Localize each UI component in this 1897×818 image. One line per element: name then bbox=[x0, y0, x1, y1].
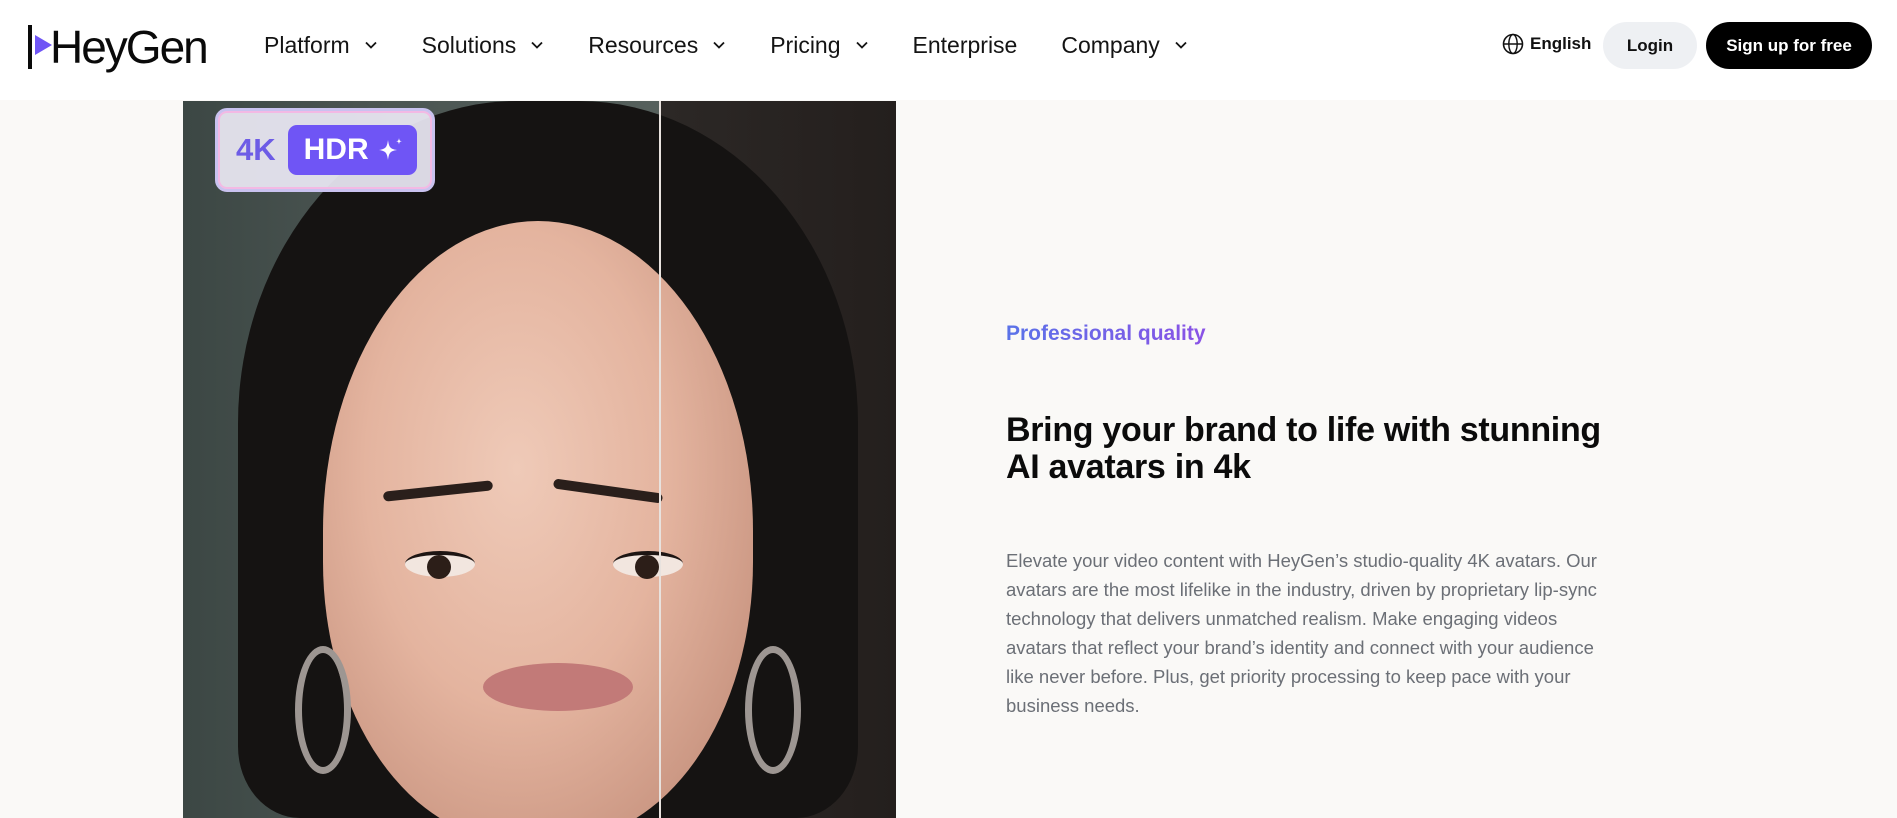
nav-item-company[interactable]: Company bbox=[1061, 32, 1187, 59]
section-eyebrow: Professional quality bbox=[1006, 322, 1206, 345]
nav-item-resources[interactable]: Resources bbox=[588, 32, 726, 59]
chevron-down-icon bbox=[713, 41, 725, 49]
logo-text: HeyGen bbox=[50, 21, 209, 73]
language-label: English bbox=[1530, 34, 1592, 53]
quality-badge: 4K HDR bbox=[215, 108, 435, 192]
nav-item-label: Resources bbox=[588, 31, 699, 58]
badge-4k-label: 4K bbox=[236, 132, 276, 167]
nav-item-enterprise[interactable]: Enterprise bbox=[913, 32, 1018, 59]
globe-icon bbox=[1502, 33, 1524, 55]
avatar-face bbox=[323, 221, 753, 818]
nav-item-label: Platform bbox=[264, 31, 350, 58]
nav-item-pricing[interactable]: Pricing bbox=[770, 32, 868, 59]
avatar-eye-right bbox=[613, 551, 683, 579]
login-button[interactable]: Login bbox=[1603, 22, 1697, 69]
avatar-eye-left bbox=[405, 551, 475, 579]
chevron-down-icon bbox=[855, 41, 868, 49]
signup-button[interactable]: Sign up for free bbox=[1706, 22, 1872, 69]
avatar-earring-right bbox=[745, 646, 801, 774]
language-selector[interactable]: English bbox=[1502, 33, 1591, 55]
nav-item-label: Solutions bbox=[421, 31, 517, 58]
comparison-divider[interactable] bbox=[659, 101, 661, 818]
chevron-down-icon bbox=[531, 41, 543, 49]
avatar-comparison-image: 4K HDR bbox=[183, 101, 896, 818]
nav-item-label: Pricing bbox=[770, 31, 841, 58]
chevron-down-icon bbox=[365, 41, 377, 49]
site-header: HeyGen Platform Solutions Resources Pric… bbox=[0, 0, 1897, 100]
badge-hdr: HDR bbox=[287, 125, 417, 175]
sparkle-icon bbox=[378, 138, 402, 160]
avatar-earring-left bbox=[295, 646, 351, 774]
nav-item-solutions[interactable]: Solutions bbox=[422, 32, 545, 59]
avatar-lips bbox=[483, 663, 633, 711]
main-nav: Platform Solutions Resources Pricing Ent… bbox=[264, 0, 1232, 90]
chevron-down-icon bbox=[1175, 41, 1187, 49]
heygen-logo[interactable]: HeyGen bbox=[28, 21, 209, 73]
badge-hdr-label: HDR bbox=[303, 133, 369, 166]
nav-item-label: Enterprise bbox=[912, 31, 1018, 58]
nav-item-platform[interactable]: Platform bbox=[264, 32, 378, 59]
nav-item-label: Company bbox=[1061, 31, 1160, 58]
section-headline: Bring your brand to life with stunning A… bbox=[1006, 411, 1601, 486]
section-body: Elevate your video content with HeyGen’s… bbox=[1006, 550, 1597, 716]
